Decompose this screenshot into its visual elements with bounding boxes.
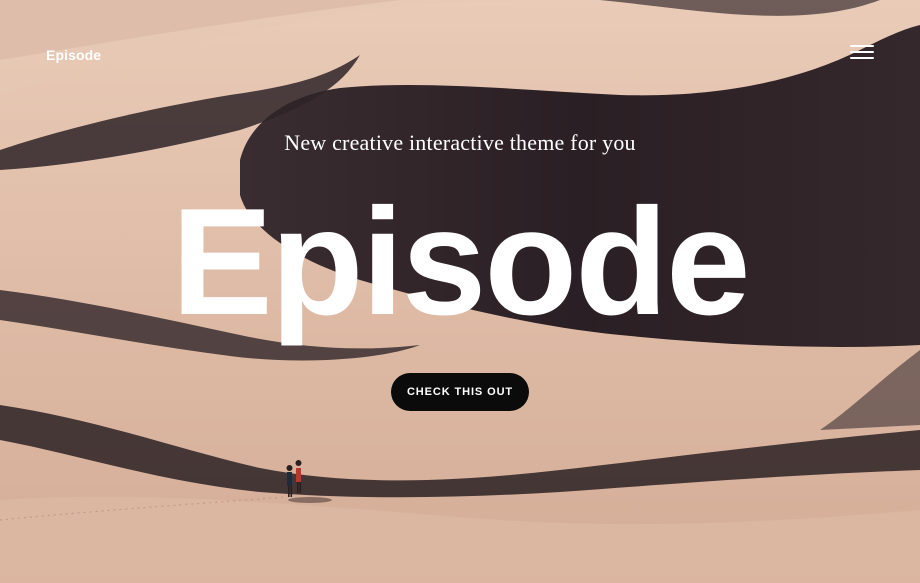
hero-headline: Episode <box>171 177 750 347</box>
menu-line <box>850 45 874 47</box>
site-logo[interactable]: Episode <box>46 47 101 63</box>
hero-tagline: New creative interactive theme for you <box>284 130 636 155</box>
menu-line <box>850 57 874 59</box>
check-this-out-button[interactable]: CHECK THIS OUT <box>391 373 529 411</box>
menu-line <box>850 51 874 53</box>
hamburger-menu-icon[interactable] <box>850 45 874 61</box>
hero-section: Episode New creative interactive theme f… <box>0 0 920 583</box>
